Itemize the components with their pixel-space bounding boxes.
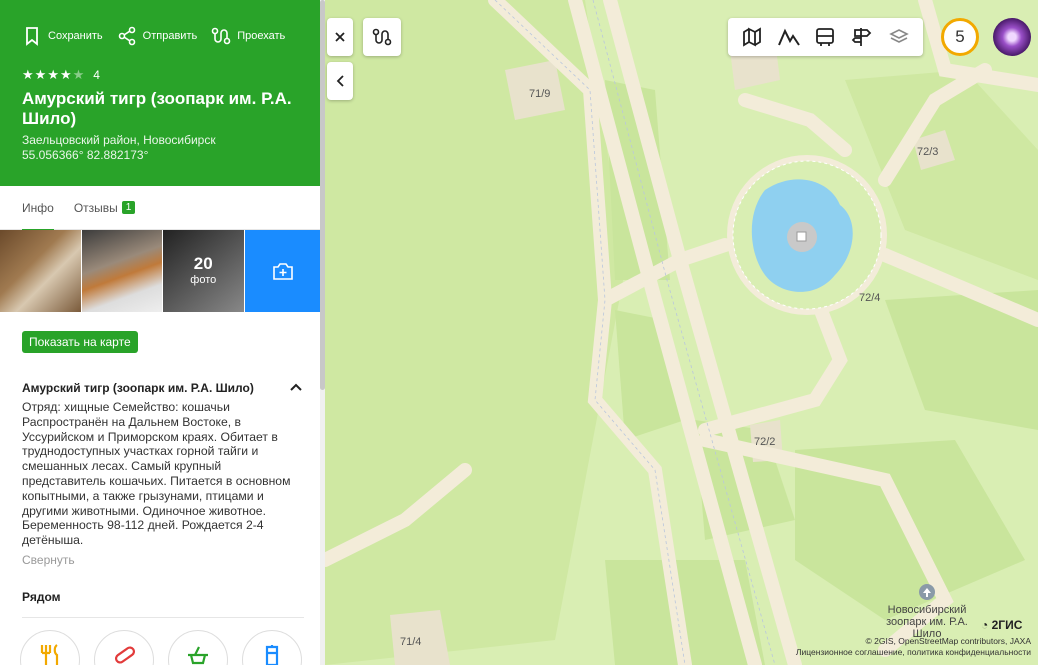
place-coords: 55.056366° 82.882173° <box>22 148 149 162</box>
rating-value: 4 <box>93 68 100 82</box>
place-header: Сохранить Отправить Проехать ★ ★ ★ ★ ★ 4 <box>0 0 321 186</box>
notifications-badge[interactable]: 5 <box>941 18 979 56</box>
nearby-pharmacy-button[interactable] <box>94 630 154 665</box>
signpost-icon[interactable] <box>847 22 877 52</box>
collapse-panel-button[interactable] <box>327 62 353 100</box>
copyright-line1: © 2GIS, OpenStreetMap contributors, JAXA <box>865 636 1031 646</box>
description-text: Отряд: хищные Семейство: кошачьи Распрос… <box>22 400 291 548</box>
close-icon <box>335 32 345 42</box>
logo: ◔ 2ГИС <box>981 618 1022 632</box>
avatar[interactable] <box>993 18 1031 56</box>
zoo-poi-label[interactable]: Новосибирский зоопарк им. Р.А. Шило <box>875 604 979 640</box>
rating: ★ ★ ★ ★ ★ 4 <box>22 67 303 83</box>
photo-thumbnail[interactable] <box>81 230 162 312</box>
photo-count: 20 <box>193 254 213 273</box>
camera-plus-icon <box>272 263 293 280</box>
fork-knife-icon <box>40 644 59 665</box>
route-label: Проехать <box>237 30 286 42</box>
basket-icon <box>188 646 208 665</box>
action-bar: Сохранить Отправить Проехать <box>22 0 303 46</box>
route-icon <box>211 27 231 45</box>
tab-reviews-label: Отзывы <box>73 200 118 215</box>
star-icon: ★ <box>34 67 47 82</box>
star-icon: ★ <box>59 67 72 82</box>
star-icon: ★ <box>22 67 34 82</box>
divider <box>22 617 304 618</box>
close-panel-button[interactable] <box>327 18 353 56</box>
star-empty-icon: ★ <box>72 67 85 82</box>
pill-icon <box>114 646 136 664</box>
tour-icon[interactable] <box>737 22 767 52</box>
bookmark-icon <box>26 27 38 46</box>
nearby-categories <box>20 630 302 665</box>
route-mode-button[interactable] <box>363 18 401 56</box>
tab-bar: Инфо Отзывы 1 <box>0 186 321 231</box>
photo-strip: 20 фото <box>0 230 321 312</box>
map-canvas[interactable]: 71/9 72/3 72/4 72/2 71/4 Новосибирский з… <box>325 0 1038 665</box>
chevron-up-icon[interactable] <box>290 380 302 394</box>
photo-thumbnail[interactable] <box>0 230 81 312</box>
show-on-map-button[interactable]: Показать на карте <box>22 331 138 353</box>
nearby-title: Рядом <box>22 590 61 604</box>
star-icon: ★ <box>47 67 59 82</box>
layers-icon[interactable] <box>884 22 914 52</box>
save-button[interactable]: Сохранить <box>22 26 103 46</box>
chevron-left-icon <box>336 75 344 87</box>
nearby-shop-button[interactable] <box>168 630 228 665</box>
building-number: 71/4 <box>400 636 422 648</box>
tab-reviews[interactable]: Отзывы 1 <box>74 186 136 230</box>
license-link[interactable]: Лицензионное соглашение, политика конфид… <box>785 647 1031 658</box>
building-number: 72/4 <box>859 292 881 304</box>
place-panel: Сохранить Отправить Проехать ★ ★ ★ ★ ★ 4 <box>0 0 321 665</box>
share-button[interactable]: Отправить <box>117 26 198 46</box>
building-number: 72/3 <box>917 146 939 158</box>
reviews-count-badge: 1 <box>121 201 136 214</box>
place-title: Амурский тигр (зоопарк им. Р.А. Шило) <box>22 89 292 128</box>
building-number: 71/9 <box>529 88 551 100</box>
building-number: 72/2 <box>754 436 776 448</box>
share-label: Отправить <box>142 30 198 42</box>
logo-icon: ◔ <box>981 618 989 632</box>
nearby-fuel-button[interactable] <box>242 630 302 665</box>
map-toolbar <box>728 18 923 56</box>
route-icon <box>372 28 392 46</box>
bus-icon[interactable] <box>810 22 840 52</box>
nearby-food-button[interactable] <box>20 630 80 665</box>
fuel-icon <box>265 645 279 665</box>
route-button[interactable]: Проехать <box>211 26 285 46</box>
description-title: Амурский тигр (зоопарк им. Р.А. Шило) <box>22 381 254 395</box>
tab-info-label: Инфо <box>22 200 54 215</box>
mountains-icon[interactable] <box>774 22 804 52</box>
add-photo-button[interactable] <box>244 230 321 312</box>
tab-info[interactable]: Инфо <box>22 186 54 231</box>
share-icon <box>118 26 135 46</box>
photo-gallery-button[interactable]: 20 фото <box>163 230 244 312</box>
photo-count-label: фото <box>190 274 217 286</box>
place-district: Заельцовский район, Новосибирск <box>22 133 216 147</box>
map-layer <box>325 0 1038 665</box>
logo-text: 2ГИС <box>991 618 1023 632</box>
save-label: Сохранить <box>48 30 103 42</box>
map-copyright: © 2GIS, OpenStreetMap contributors, JAXA… <box>785 636 1031 658</box>
collapse-link[interactable]: Свернуть <box>22 553 75 567</box>
